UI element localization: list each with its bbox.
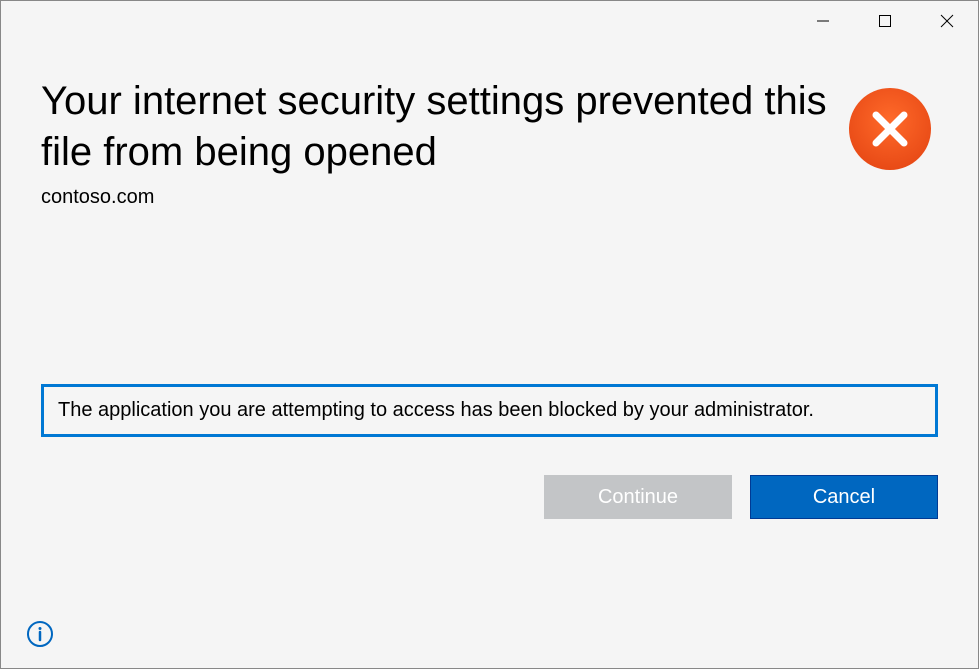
error-icon bbox=[847, 86, 933, 172]
dialog-subtitle: contoso.com bbox=[41, 186, 827, 209]
close-icon bbox=[940, 14, 954, 28]
message-box: The application you are attempting to ac… bbox=[41, 384, 938, 437]
minimize-button[interactable] bbox=[792, 1, 854, 41]
continue-button[interactable]: Continue bbox=[544, 475, 732, 519]
dialog-title: Your internet security settings prevente… bbox=[41, 76, 827, 178]
info-icon[interactable] bbox=[26, 620, 54, 648]
header-row: Your internet security settings prevente… bbox=[41, 76, 938, 209]
titlebar bbox=[1, 1, 978, 41]
close-button[interactable] bbox=[916, 1, 978, 41]
window-controls bbox=[792, 1, 978, 41]
cancel-button[interactable]: Cancel bbox=[750, 475, 938, 519]
dialog-content: Your internet security settings prevente… bbox=[1, 41, 978, 519]
button-row: Continue Cancel bbox=[41, 475, 938, 519]
maximize-icon bbox=[878, 14, 892, 28]
message-text: The application you are attempting to ac… bbox=[58, 399, 814, 421]
header-text: Your internet security settings prevente… bbox=[41, 76, 827, 209]
maximize-button[interactable] bbox=[854, 1, 916, 41]
minimize-icon bbox=[816, 14, 830, 28]
